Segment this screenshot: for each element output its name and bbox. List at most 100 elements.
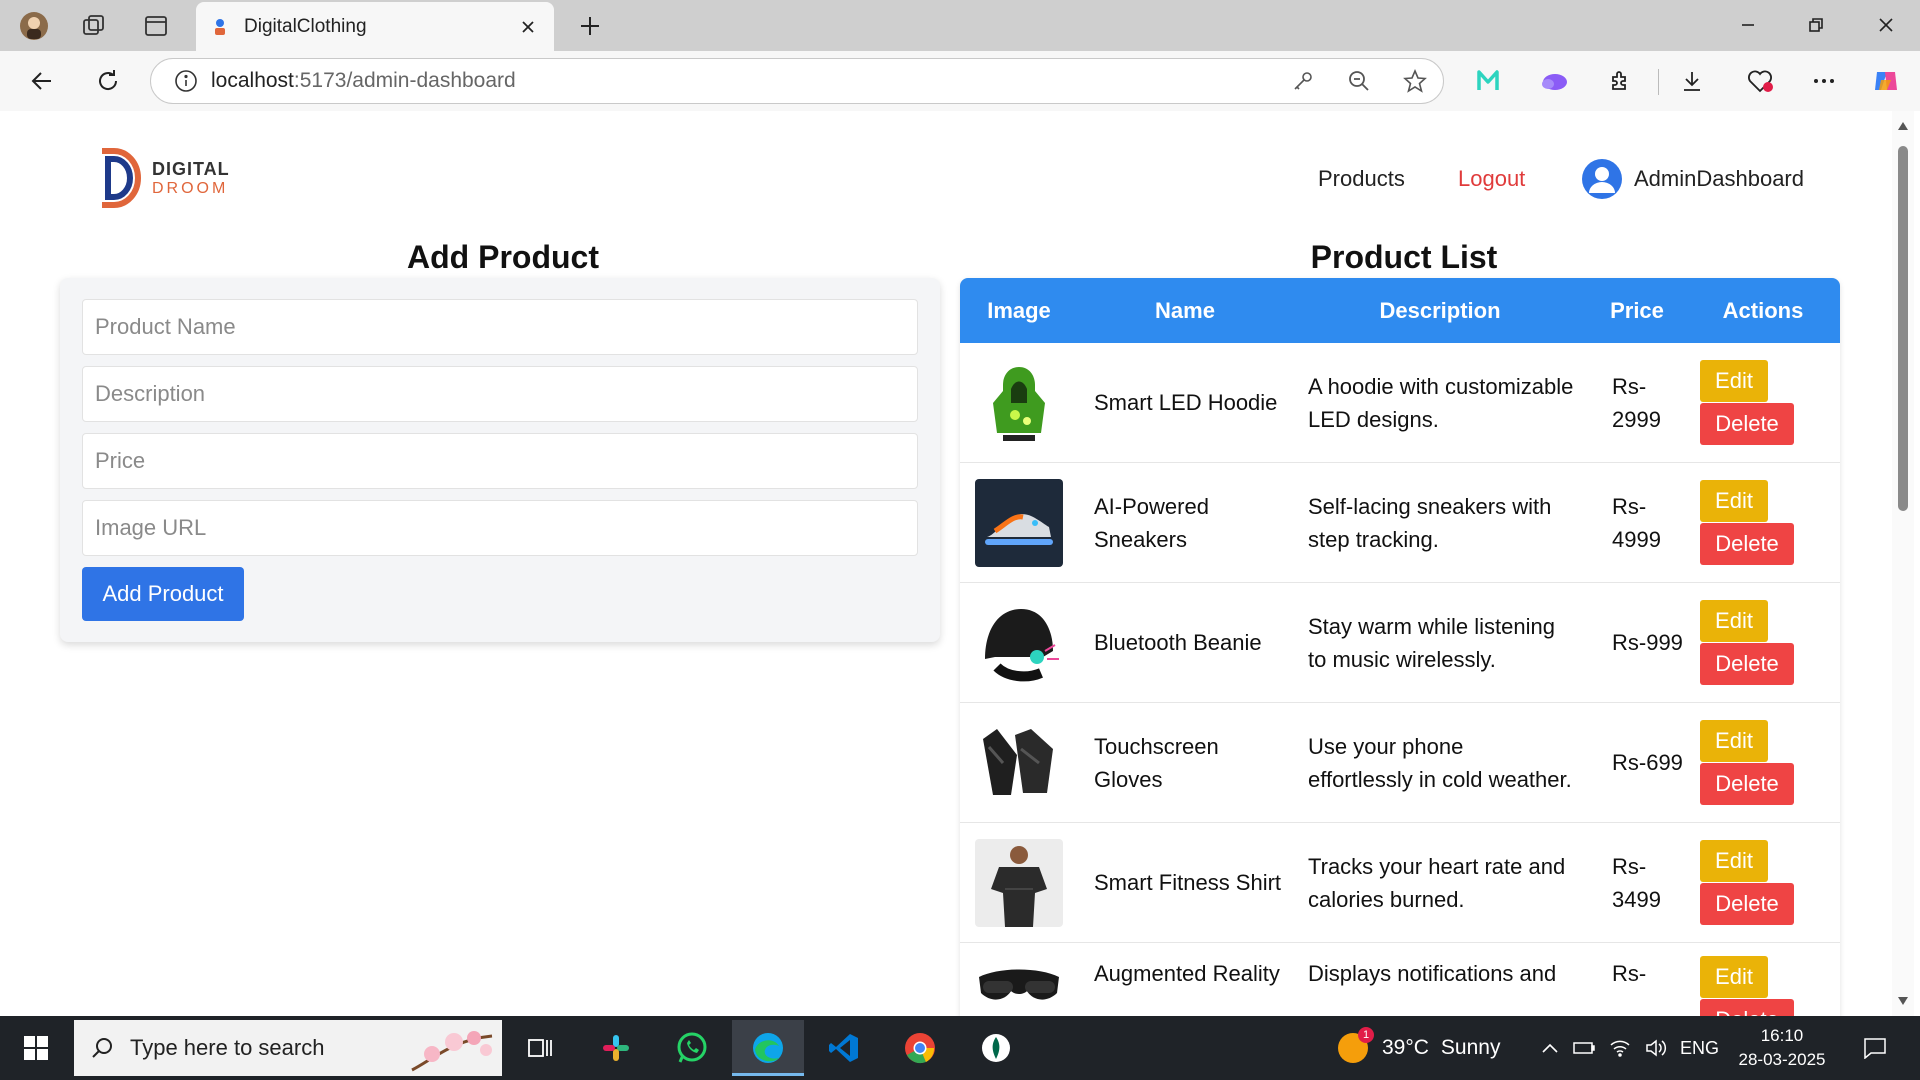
browser-essentials-icon[interactable] [1740,63,1780,99]
edit-button[interactable]: Edit [1700,839,1768,882]
zoom-out-icon[interactable] [1331,58,1387,104]
delete-button[interactable]: Delete [1700,882,1794,925]
mongodb-compass-icon[interactable] [960,1020,1032,1076]
page-scrollbar[interactable] [1892,111,1914,1016]
nav-admin-label: AdminDashboard [1634,166,1804,191]
product-name: Touchscreen Gloves [1094,733,1219,792]
extensions-puzzle-icon[interactable] [1600,63,1640,99]
price-input[interactable] [82,433,918,489]
product-actions: Edit Delete [1686,359,1840,445]
fitness-shirt-image [975,838,1063,927]
windows-start-icon[interactable] [0,1016,72,1080]
key-icon[interactable] [1275,58,1331,104]
add-product-button[interactable]: Add Product [82,567,244,621]
extension-cloud-icon[interactable] [1534,63,1574,99]
edit-button[interactable]: Edit [1700,599,1768,642]
brand-logo[interactable]: DIGITAL DROOM [94,143,234,213]
scroll-down-arrow-icon[interactable] [1897,996,1909,1006]
taskbar-search-box[interactable]: Type here to search [74,1020,502,1076]
delete-button[interactable]: Delete [1700,999,1794,1016]
volume-icon[interactable] [1638,1039,1674,1057]
column-header-name: Name [1155,297,1215,323]
wifi-icon[interactable] [1602,1039,1638,1057]
vscode-icon[interactable] [808,1020,880,1076]
nav-admin-dashboard-link[interactable]: AdminDashboard [1582,159,1804,199]
nav-logout-link[interactable]: Logout [1458,159,1525,199]
product-price: Rs-3499 [1612,853,1661,912]
favorite-star-icon[interactable] [1387,58,1443,104]
url-text: localhost:5173/admin-dashboard [211,69,1275,93]
edit-button[interactable]: Edit [1700,719,1768,762]
product-price: Rs-2999 [1612,373,1661,432]
clock-time: 16:10 [1760,1026,1804,1045]
logo-text: DIGITAL DROOM [152,160,230,197]
notification-center-icon[interactable] [1850,1016,1900,1080]
product-image-cell [960,478,1078,567]
tab-close-icon[interactable] [516,15,540,39]
site-info-icon[interactable] [161,58,211,104]
clock-date: 28-03-2025 [1738,1050,1826,1069]
product-description: Self-lacing sneakers with step tracking. [1308,493,1552,552]
back-arrow-icon[interactable] [22,63,62,99]
slack-icon[interactable] [580,1020,652,1076]
close-window-icon[interactable] [1858,8,1914,42]
profile-avatar-icon[interactable] [16,10,52,42]
product-name: Bluetooth Beanie [1094,630,1262,655]
new-tab-plus-icon[interactable] [572,10,608,42]
cherry-blossom-icon [402,1020,502,1076]
product-description: Use your phone effortlessly in cold weat… [1308,733,1572,792]
product-price: Rs-999 [1612,630,1683,655]
chevron-up-icon[interactable] [1534,1043,1566,1053]
battery-icon[interactable] [1566,1040,1602,1056]
table-row: Smart Fitness Shirt Tracks your heart ra… [960,823,1840,943]
windows-taskbar: Type here to search 1 39°C Sunny ENG 16:… [0,1016,1920,1080]
language-indicator[interactable]: ENG [1680,1016,1719,1080]
system-clock[interactable]: 16:10 28-03-2025 [1730,1024,1834,1072]
edit-button[interactable]: Edit [1700,359,1768,402]
product-image-cell [960,957,1078,1016]
product-name: Augmented Reality [1094,961,1280,986]
whatsapp-icon[interactable] [656,1020,728,1076]
bluetooth-beanie-image [975,598,1063,687]
refresh-icon[interactable] [88,63,128,99]
vertical-tabs-icon[interactable] [138,10,174,42]
image-url-input[interactable] [82,500,918,556]
delete-button[interactable]: Delete [1700,642,1794,685]
downloads-icon[interactable] [1672,63,1712,99]
scrollbar-thumb[interactable] [1898,146,1908,511]
browser-toolbar: localhost:5173/admin-dashboard [0,51,1920,111]
product-name: AI-Powered Sneakers [1094,493,1209,552]
table-header: Image Name Description Price Actions [960,278,1840,343]
description-input[interactable] [82,366,918,422]
edge-browser-icon[interactable] [732,1020,804,1076]
product-actions: Edit Delete [1686,479,1840,565]
weather-widget[interactable]: 1 39°C Sunny [1338,1016,1500,1080]
nav-products-link[interactable]: Products [1318,159,1405,199]
product-table: Image Name Description Price Actions Sma… [960,278,1840,1016]
delete-button[interactable]: Delete [1700,402,1794,445]
delete-button[interactable]: Delete [1700,762,1794,805]
product-image-cell [960,598,1078,687]
product-price: Rs-4999 [1612,493,1661,552]
column-header-actions: Actions [1722,297,1804,323]
product-name-input[interactable] [82,299,918,355]
scroll-up-arrow-icon[interactable] [1897,121,1909,131]
table-row: Augmented Reality Displays notifications… [960,943,1840,1016]
task-view-icon[interactable] [504,1020,576,1076]
delete-button[interactable]: Delete [1700,522,1794,565]
tab-digitalclothing[interactable]: DigitalClothing [196,2,554,51]
more-options-icon[interactable] [1804,63,1844,99]
chrome-icon[interactable] [884,1020,956,1076]
edit-button[interactable]: Edit [1700,956,1768,998]
minimize-icon[interactable] [1720,8,1776,42]
copilot-icon[interactable] [1866,63,1906,99]
address-bar[interactable]: localhost:5173/admin-dashboard [150,58,1444,104]
workspaces-icon[interactable] [76,10,112,42]
logo-line-digital: DIGITAL [152,158,230,179]
edit-button[interactable]: Edit [1700,479,1768,522]
logo-line-droom: DROOM [152,179,229,197]
led-hoodie-image [975,358,1063,447]
restore-icon[interactable] [1788,8,1844,42]
table-row: Smart LED Hoodie A hoodie with customiza… [960,343,1840,463]
extension-m-icon[interactable] [1468,63,1508,99]
